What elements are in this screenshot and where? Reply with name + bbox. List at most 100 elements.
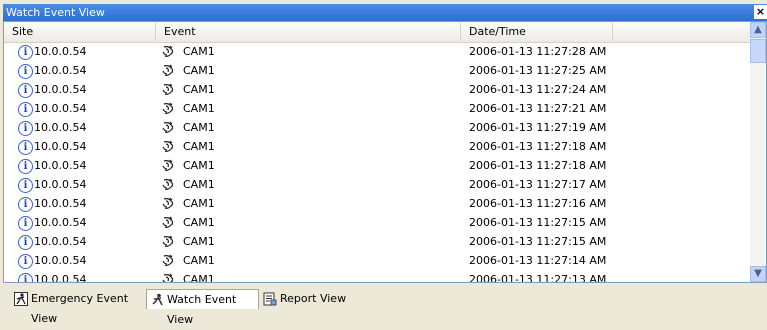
info-icon: i [18,234,33,250]
column-header-site[interactable]: Site [4,22,156,41]
site-cell: i 10.0.0.54 [18,232,156,251]
table-row[interactable]: i 10.0.0.54 CAM1 2006-01-13 11:27:21 AM [4,99,750,118]
watch-icon [152,293,163,306]
datetime-cell: 2006-01-13 11:27:13 AM [469,273,607,283]
motion-icon [161,254,175,268]
motion-icon [161,45,175,59]
info-icon: i [18,272,33,282]
datetime-cell: 2006-01-13 11:27:18 AM [469,140,607,153]
event-cell: CAM1 [161,194,461,213]
report-icon [263,292,277,306]
table-row[interactable]: i 10.0.0.54 CAM1 2006-01-13 11:27:19 AM [4,118,750,137]
emergency-icon [14,292,28,306]
event-list[interactable]: Site Event Date/Time i 10.0.0.54 CAM1 2006-… [3,21,767,283]
list-rows: i 10.0.0.54 CAM1 2006-01-13 11:27:28 AM i 10.… [4,42,750,283]
table-row[interactable]: i 10.0.0.54 CAM1 2006-01-13 11:27:18 AM [4,156,750,175]
table-row[interactable]: i 10.0.0.54 CAM1 2006-01-13 11:27:28 AM [4,42,750,61]
table-row[interactable]: i 10.0.0.54 CAM1 2006-01-13 11:27:15 AM [4,213,750,232]
site-value: 10.0.0.54 [34,45,87,58]
info-icon: i [18,177,33,193]
motion-icon [161,273,175,282]
vertical-scrollbar[interactable]: ▲ ▼ [750,22,766,282]
view-tab-bar: Emergency Event View Watch Event View Re… [3,287,767,326]
info-icon: i [18,120,33,136]
site-value: 10.0.0.54 [34,140,87,153]
info-icon: i [18,215,33,231]
event-cell: CAM1 [161,175,461,194]
window-title: Watch Event View [6,6,105,19]
column-header-event[interactable]: Event [156,22,461,41]
info-icon: i [18,63,33,79]
site-cell: i 10.0.0.54 [18,118,156,137]
table-row[interactable]: i 10.0.0.54 CAM1 2006-01-13 11:27:15 AM [4,232,750,251]
event-cell: CAM1 [161,118,461,137]
datetime-cell: 2006-01-13 11:27:21 AM [469,102,607,115]
site-cell: i 10.0.0.54 [18,137,156,156]
event-value: CAM1 [183,235,215,248]
table-row[interactable]: i 10.0.0.54 CAM1 2006-01-13 11:27:18 AM [4,137,750,156]
tab-label: Report View [280,292,347,305]
site-value: 10.0.0.54 [34,197,87,210]
tab-label: Watch Event View [167,293,237,326]
event-cell: CAM1 [161,99,461,118]
motion-icon [161,121,175,135]
site-value: 10.0.0.54 [34,216,87,229]
motion-icon [161,216,175,230]
site-cell: i 10.0.0.54 [18,175,156,194]
datetime-cell: 2006-01-13 11:27:25 AM [469,64,607,77]
event-cell: CAM1 [161,80,461,99]
scroll-thumb[interactable] [750,39,766,63]
datetime-cell: 2006-01-13 11:27:19 AM [469,121,607,134]
site-value: 10.0.0.54 [34,121,87,134]
event-cell: CAM1 [161,213,461,232]
site-value: 10.0.0.54 [34,159,87,172]
info-icon: i [18,196,33,212]
site-cell: i 10.0.0.54 [18,156,156,175]
close-button[interactable]: × [754,5,767,19]
scroll-down-button[interactable]: ▼ [750,266,766,282]
datetime-cell: 2006-01-13 11:27:17 AM [469,178,607,191]
window-titlebar: Watch Event View × [3,4,767,21]
table-row[interactable]: i 10.0.0.54 CAM1 2006-01-13 11:27:13 AM [4,270,750,283]
site-value: 10.0.0.54 [34,83,87,96]
motion-icon [161,197,175,211]
event-value: CAM1 [183,83,215,96]
table-row[interactable]: i 10.0.0.54 CAM1 2006-01-13 11:27:25 AM [4,61,750,80]
tab-label: Emergency Event View [31,292,129,325]
event-value: CAM1 [183,140,215,153]
table-row[interactable]: i 10.0.0.54 CAM1 2006-01-13 11:27:17 AM [4,175,750,194]
tab-emergency-event-view[interactable]: Emergency Event View [11,289,144,325]
motion-icon [161,64,175,78]
info-icon: i [18,101,33,117]
site-cell: i 10.0.0.54 [18,251,156,270]
motion-icon [161,159,175,173]
event-cell: CAM1 [161,156,461,175]
site-value: 10.0.0.54 [34,235,87,248]
tab-report-view[interactable]: Report View [260,289,350,309]
datetime-cell: 2006-01-13 11:27:15 AM [469,235,607,248]
table-row[interactable]: i 10.0.0.54 CAM1 2006-01-13 11:27:16 AM [4,194,750,213]
site-cell: i 10.0.0.54 [18,270,156,283]
event-value: CAM1 [183,64,215,77]
datetime-cell: 2006-01-13 11:27:14 AM [469,254,607,267]
event-value: CAM1 [183,216,215,229]
table-row[interactable]: i 10.0.0.54 CAM1 2006-01-13 11:27:14 AM [4,251,750,270]
motion-icon [161,102,175,116]
event-value: CAM1 [183,197,215,210]
event-cell: CAM1 [161,232,461,251]
event-value: CAM1 [183,45,215,58]
event-value: CAM1 [183,102,215,115]
site-value: 10.0.0.54 [34,273,87,283]
event-cell: CAM1 [161,251,461,270]
table-row[interactable]: i 10.0.0.54 CAM1 2006-01-13 11:27:24 AM [4,80,750,99]
site-cell: i 10.0.0.54 [18,213,156,232]
event-cell: CAM1 [161,270,461,282]
site-cell: i 10.0.0.54 [18,80,156,99]
tab-watch-event-view[interactable]: Watch Event View [146,289,259,326]
scroll-up-button[interactable]: ▲ [750,22,766,38]
datetime-cell: 2006-01-13 11:27:28 AM [469,45,607,58]
site-value: 10.0.0.54 [34,254,87,267]
column-header-datetime[interactable]: Date/Time [461,22,613,41]
event-value: CAM1 [183,121,215,134]
datetime-cell: 2006-01-13 11:27:24 AM [469,83,607,96]
